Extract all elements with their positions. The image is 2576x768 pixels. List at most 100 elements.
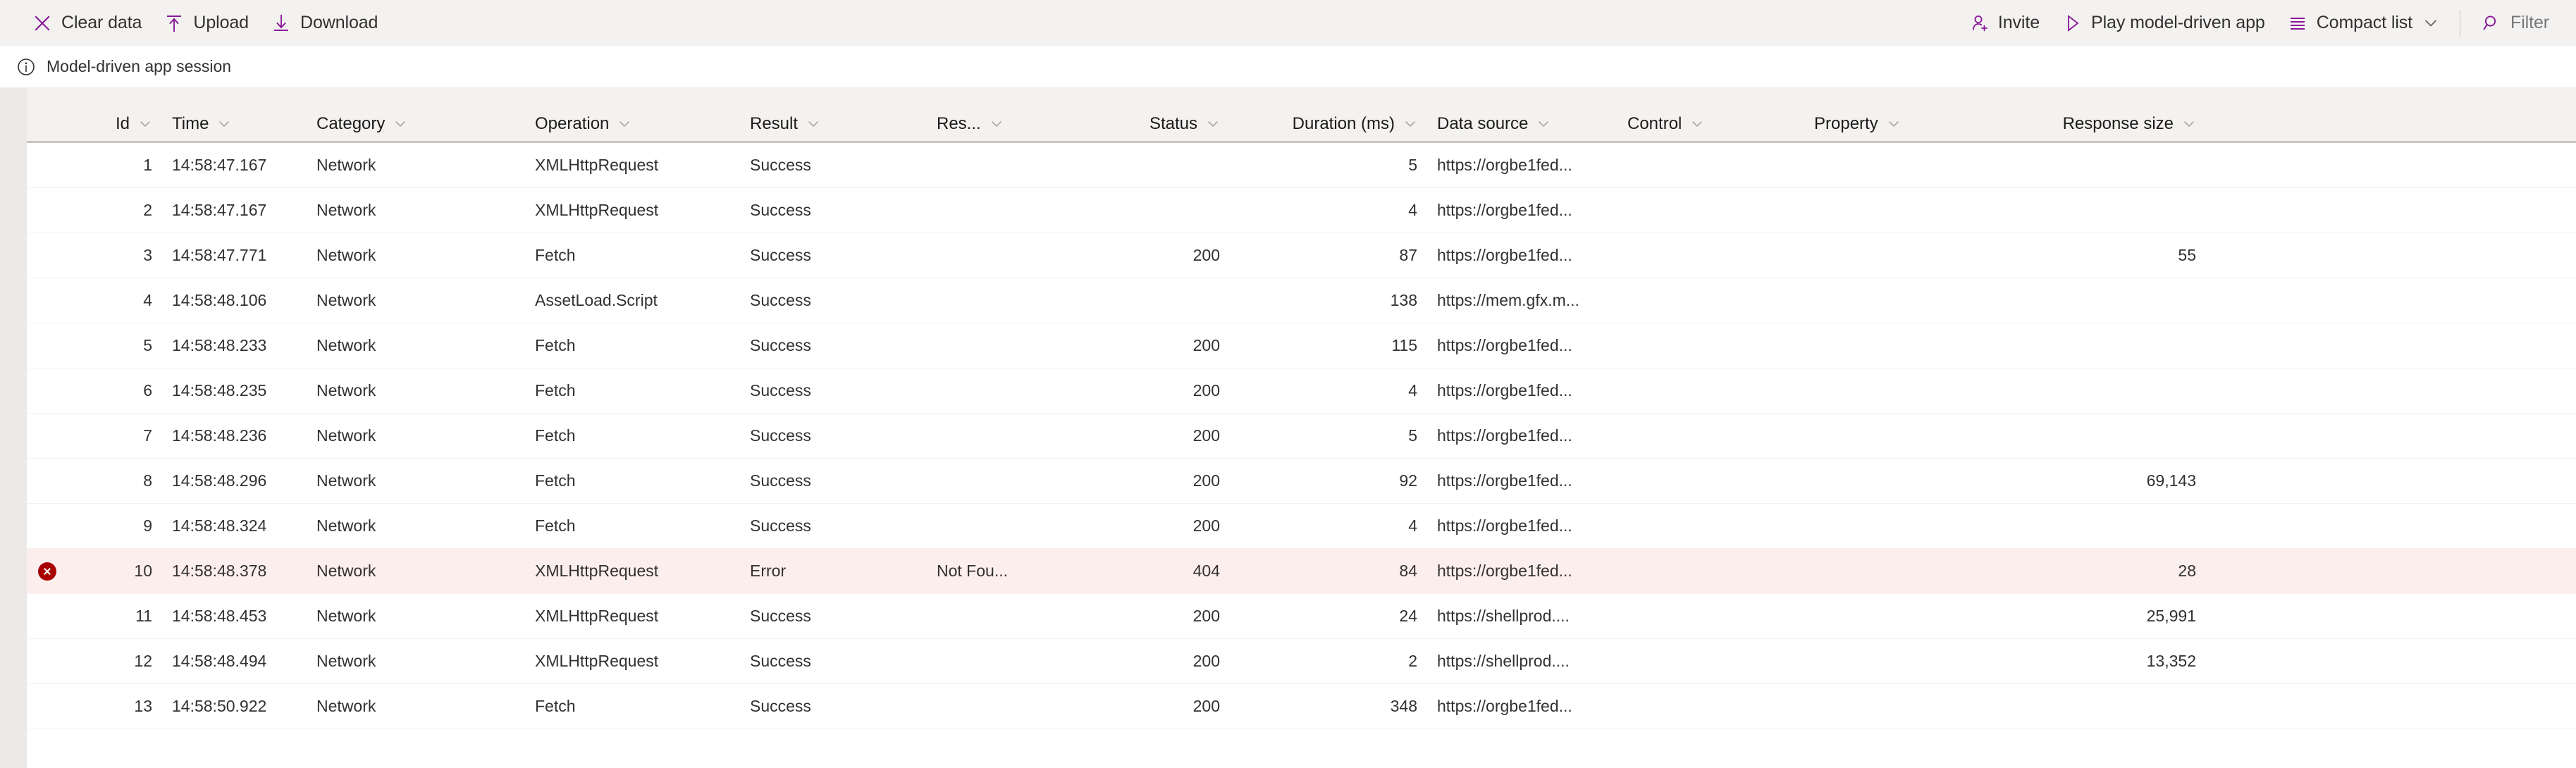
cell-operation: Fetch (535, 246, 576, 264)
cell-status: 200 (1193, 516, 1220, 535)
cell-operation: Fetch (535, 336, 576, 354)
cell-id: 1 (143, 156, 152, 174)
table-row[interactable]: 7 14:58:48.236 Network Fetch Success 200 5 http… (27, 414, 2576, 459)
table-row[interactable]: 10 14:58:48.378 Network XMLHttpRequest Error… (27, 549, 2576, 594)
cell-category: Network (316, 426, 376, 445)
table-row[interactable]: 13 14:58:50.922 Network Fetch Success 200 348 h… (27, 684, 2576, 729)
toolbar-right-group: Invite Play model-driven app Compact lis… (1958, 8, 2560, 39)
chevron-down-icon[interactable] (138, 117, 152, 131)
chevron-down-icon[interactable] (2182, 117, 2196, 131)
cell-id: 5 (143, 336, 152, 354)
column-header-res[interactable]: Res... (927, 114, 1057, 134)
column-header-category[interactable]: Category (307, 114, 525, 134)
cell-status: 200 (1193, 246, 1220, 264)
chevron-down-icon[interactable] (1690, 117, 1704, 131)
column-header-status[interactable]: Status (1057, 114, 1230, 134)
grid-rows: 1 14:58:47.167 Network XMLHttpRequest Succes… (27, 143, 2576, 729)
play-model-driven-app-button[interactable]: Play model-driven app (2051, 8, 2276, 39)
cell-operation: Fetch (535, 697, 576, 715)
column-header-time[interactable]: Time (162, 114, 307, 134)
cell-id: 7 (143, 426, 152, 445)
table-row[interactable]: 2 14:58:47.167 Network XMLHttpRequest Succes… (27, 188, 2576, 233)
cell-source: https://orgbe1fed... (1437, 381, 1572, 400)
command-toolbar: Clear data Upload Download Invite Play m… (0, 0, 2576, 46)
error-status-icon (37, 562, 56, 581)
cell-duration: 84 (1399, 562, 1417, 580)
cell-result: Success (750, 607, 811, 625)
clear-data-button[interactable]: Clear data (21, 8, 153, 39)
chevron-down-icon[interactable] (1206, 117, 1220, 131)
invite-button[interactable]: Invite (1958, 8, 2051, 39)
chevron-down-icon[interactable] (1536, 117, 1551, 131)
toolbar-left-group: Clear data Upload Download (21, 8, 389, 39)
cell-response: 28 (2178, 562, 2196, 580)
cell-result: Success (750, 201, 811, 219)
grid-body: Id Time Category Operation Result Res... Statu… (27, 88, 2576, 768)
cell-status: 200 (1193, 471, 1220, 490)
cell-operation: XMLHttpRequest (535, 652, 659, 670)
table-row[interactable]: 6 14:58:48.235 Network Fetch Success 200 4 http… (27, 368, 2576, 414)
cell-duration: 4 (1408, 381, 1417, 400)
table-row[interactable]: 5 14:58:48.233 Network Fetch Success 200 115 ht… (27, 323, 2576, 368)
chevron-down-icon[interactable] (617, 117, 631, 131)
cell-id: 10 (134, 562, 152, 580)
cell-result: Success (750, 652, 811, 670)
column-header-label: Status (1149, 114, 1197, 133)
cell-operation: Fetch (535, 471, 576, 490)
cell-response: 69,143 (2146, 471, 2196, 490)
column-header-duration[interactable]: Duration (ms) (1230, 114, 1427, 134)
cell-duration: 5 (1408, 426, 1417, 445)
column-header-label: Data source (1437, 114, 1529, 133)
chevron-down-icon[interactable] (217, 117, 231, 131)
table-row[interactable]: 11 14:58:48.453 Network XMLHttpRequest Succe… (27, 594, 2576, 639)
search-icon (2482, 13, 2501, 33)
cell-category: Network (316, 562, 376, 580)
chevron-down-icon[interactable] (1887, 117, 1901, 131)
cell-id: 2 (143, 201, 152, 219)
cell-source: https://orgbe1fed... (1437, 562, 1572, 580)
table-row[interactable]: 9 14:58:48.324 Network Fetch Success 200 4 http… (27, 504, 2576, 549)
cell-response: 55 (2178, 246, 2196, 264)
chevron-down-icon[interactable] (806, 117, 820, 131)
table-row[interactable]: 3 14:58:47.771 Network Fetch Success 200 87 htt… (27, 233, 2576, 278)
chevron-down-icon[interactable] (393, 117, 407, 131)
column-header-operation[interactable]: Operation (525, 114, 740, 134)
cell-time: 14:58:48.453 (172, 607, 267, 625)
cell-category: Network (316, 516, 376, 535)
clear-data-label: Clear data (61, 13, 142, 32)
filter-button[interactable]: Filter (2470, 8, 2560, 39)
cell-operation: XMLHttpRequest (535, 607, 659, 625)
cell-id: 9 (143, 516, 152, 535)
cell-duration: 4 (1408, 201, 1417, 219)
column-header-source[interactable]: Data source (1427, 114, 1617, 134)
column-header-result[interactable]: Result (740, 114, 927, 134)
column-header-response[interactable]: Response size (1995, 114, 2206, 134)
cell-category: Network (316, 471, 376, 490)
cell-category: Network (316, 291, 376, 309)
column-header-control[interactable]: Control (1617, 114, 1804, 134)
download-button[interactable]: Download (260, 8, 389, 39)
events-grid: Id Time Category Operation Result Res... Statu… (0, 88, 2576, 768)
column-header-label: Control (1627, 114, 1682, 133)
download-arrow-icon (271, 13, 291, 33)
cell-result: Success (750, 156, 811, 174)
table-row[interactable]: 8 14:58:48.296 Network Fetch Success 200 92 htt… (27, 459, 2576, 504)
cell-duration: 92 (1399, 471, 1417, 490)
cell-duration: 138 (1390, 291, 1417, 309)
compact-list-button[interactable]: Compact list (2276, 8, 2450, 39)
cell-time: 14:58:47.167 (172, 156, 267, 174)
chevron-down-icon[interactable] (990, 117, 1004, 131)
cell-source: https://shellprod.... (1437, 652, 1570, 670)
column-header-property[interactable]: Property (1804, 114, 1995, 134)
table-row[interactable]: 1 14:58:47.167 Network XMLHttpRequest Succes… (27, 143, 2576, 188)
chevron-down-icon[interactable] (1403, 117, 1417, 131)
filter-label: Filter (2510, 13, 2549, 32)
cell-duration: 115 (1391, 336, 1417, 354)
cell-category: Network (316, 246, 376, 264)
cell-category: Network (316, 652, 376, 670)
upload-button[interactable]: Upload (153, 8, 260, 39)
table-row[interactable]: 12 14:58:48.494 Network XMLHttpRequest Succe… (27, 639, 2576, 684)
table-row[interactable]: 4 14:58:48.106 Network AssetLoad.Script Succ… (27, 278, 2576, 323)
cell-duration: 24 (1399, 607, 1417, 625)
column-header-id[interactable]: Id (67, 114, 162, 134)
